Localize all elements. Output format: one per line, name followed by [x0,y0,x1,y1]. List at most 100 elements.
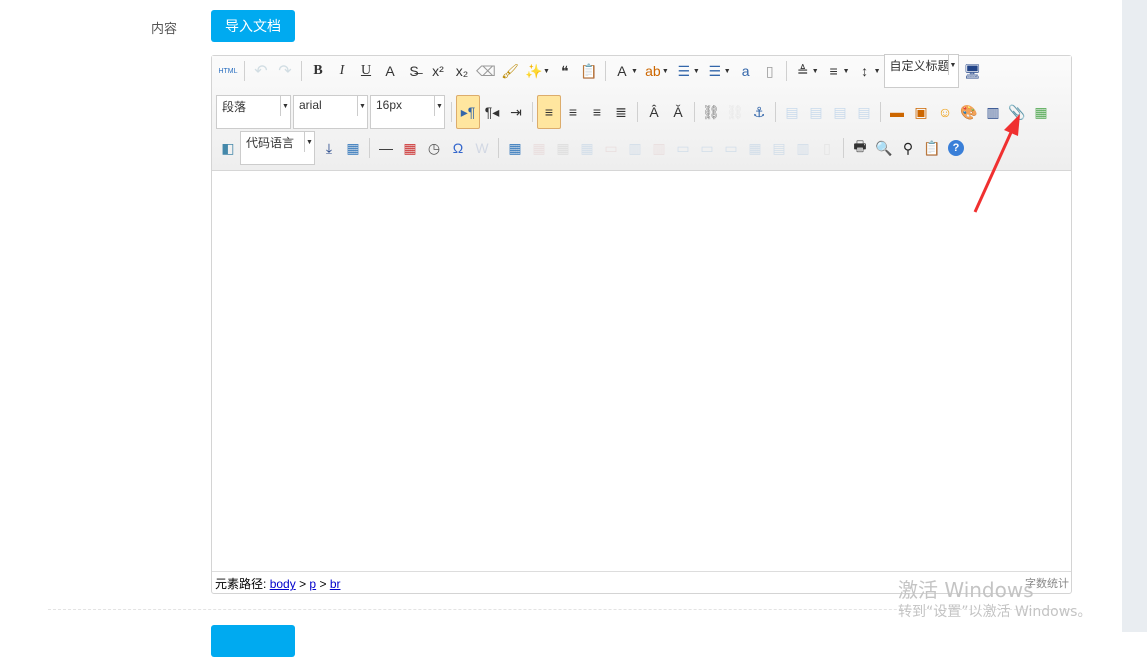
insert-frame-icon[interactable]: ◧ [216,136,240,160]
fontfamily-select[interactable]: arial ▼ [293,95,368,129]
editor-toolbar: HTML ↶ ↷ B I U A S̶ x² x₂ ⌫ 🖌 ✨ ▼ ❝ 📋 A ▼ ab ▼ ☰ ▼ ☰ ▼ a ▯ ≜ ▼ ≡ ▼ ↕ ▼ 自… [212,54,1071,171]
bold-icon[interactable]: B [306,59,330,83]
font-border-icon[interactable]: A [378,59,402,83]
chart-icon[interactable]: ▯ [815,136,839,160]
paragraph-select[interactable]: 段落 ▼ [216,95,291,129]
image-none-icon[interactable]: ▤ [780,100,804,124]
simple-upload-icon[interactable]: ▬ [885,100,909,124]
undo-icon[interactable]: ↶ [249,59,273,83]
image-left-icon[interactable]: ▤ [804,100,828,124]
path-br-link[interactable]: br [330,577,341,591]
align-center-icon[interactable]: ≡ [561,100,585,124]
import-document-button[interactable]: 导入文档 [211,10,295,42]
code-select-value: 代码语言 [246,136,295,150]
insert-table-icon[interactable]: ▦ [503,136,527,160]
indent-icon[interactable]: ⇥ [504,100,528,124]
toolbar-separator [498,138,499,158]
link-icon[interactable]: ⛓ [699,100,723,124]
time-icon[interactable]: ◷ [422,136,446,160]
image-right-icon[interactable]: ▤ [828,100,852,124]
map-icon[interactable]: ▦ [1029,100,1053,124]
chevron-down-icon[interactable]: ▼ [843,68,850,75]
attachment-icon[interactable]: 📎 [1005,100,1029,124]
page-scrollbar[interactable] [1122,0,1147,632]
merge-cells-icon[interactable]: ▭ [671,136,695,160]
blockquote-icon[interactable]: ❝ [553,59,577,83]
split-to-cols-icon[interactable]: ▥ [791,136,815,160]
template-icon[interactable]: ▦ [341,136,365,160]
split-to-rows-icon[interactable]: ▤ [767,136,791,160]
delete-table-icon[interactable]: ▦ [527,136,551,160]
fontsize-select-value: 16px [376,98,403,112]
tolowercase-icon[interactable]: Ǎ [666,100,690,124]
print-icon[interactable]: 🖶 [848,136,872,160]
special-chars-icon[interactable]: Ω [446,136,470,160]
custom-select[interactable]: 自定义标题 ▼ [883,54,959,88]
toolbar-separator [532,102,533,122]
chevron-down-icon[interactable]: ▼ [874,68,881,75]
rtl-direction-icon[interactable]: ¶◂ [480,100,504,124]
draft-icon[interactable]: 📋 [920,136,944,160]
page-break-icon[interactable]: ⤓ [317,136,341,160]
chevron-down-icon[interactable]: ▼ [724,68,731,75]
path-separator: > [299,577,307,591]
insert-video-icon[interactable]: ▥ [981,100,1005,124]
chevron-down-icon[interactable]: ▼ [662,68,669,75]
chevron-down-icon[interactable]: ▼ [693,68,700,75]
merge-right-icon[interactable]: ▭ [695,136,719,160]
toolbar-row-1: HTML ↶ ↷ B I U A S̶ x² x₂ ⌫ 🖌 ✨ ▼ ❝ 📋 A ▼ ab ▼ ☰ ▼ ☰ ▼ a ▯ ≜ ▼ ≡ ▼ ↕ ▼ 自… [216,54,985,88]
word-image-icon[interactable]: W [470,136,494,160]
insert-image-icon[interactable]: ▣ [909,100,933,124]
unlink-icon[interactable]: ⛓ [723,100,747,124]
chevron-down-icon[interactable]: ▼ [631,68,638,75]
toolbar-separator [775,102,776,122]
select-all-icon[interactable]: a [734,59,758,83]
chevron-down-icon[interactable]: ▼ [812,68,819,75]
fontsize-select[interactable]: 16px ▼ [370,95,445,129]
html-source-icon[interactable]: HTML [216,59,240,83]
redo-icon[interactable]: ↷ [273,59,297,83]
toolbar-separator [451,102,452,122]
align-left-icon[interactable]: ≡ [537,95,561,129]
delete-row-icon[interactable]: ▭ [599,136,623,160]
image-center-icon[interactable]: ▤ [852,100,876,124]
date-icon[interactable]: ▦ [398,136,422,160]
align-right-icon[interactable]: ≡ [585,100,609,124]
search-replace-icon[interactable]: ⚲ [896,136,920,160]
touppercase-icon[interactable]: Â [642,100,666,124]
underline-icon[interactable]: U [354,59,378,83]
preview-icon[interactable]: 🔍 [872,136,896,160]
superscript-icon[interactable]: x² [426,59,450,83]
strikethrough-icon[interactable]: S̶ [402,59,426,83]
anchor-icon[interactable]: ⚓ [747,100,771,124]
merge-down-icon[interactable]: ▭ [719,136,743,160]
code-select[interactable]: 代码语言 ▼ [240,131,315,165]
path-p-link[interactable]: p [309,577,316,591]
clear-doc-icon[interactable]: ▯ [758,59,782,83]
subscript-icon[interactable]: x₂ [450,59,474,83]
format-brush-icon[interactable]: 🖌 [498,59,522,83]
editor-content-area[interactable] [212,171,1071,571]
toolbar-separator [244,61,245,81]
path-separator: > [319,577,327,591]
horizontal-rule-icon[interactable]: — [374,136,398,160]
insert-caption-icon[interactable]: ▦ [551,136,575,160]
chevron-down-icon: ▼ [947,55,958,75]
ltr-direction-icon[interactable]: ▸¶ [456,95,480,129]
italic-icon[interactable]: I [330,59,354,83]
insert-row-icon[interactable]: ▦ [575,136,599,160]
split-to-cells-icon[interactable]: ▦ [743,136,767,160]
toolbar-separator [694,102,695,122]
insert-col-icon[interactable]: ▥ [623,136,647,160]
path-body-link[interactable]: body [270,577,296,591]
help-icon[interactable]: ? [948,140,964,156]
paste-plain-icon[interactable]: 📋 [577,59,601,83]
scrawl-icon[interactable]: 🎨 [957,100,981,124]
fullscreen-icon[interactable]: 🖥 [961,59,985,83]
delete-col-icon[interactable]: ▥ [647,136,671,160]
submit-button[interactable] [211,625,295,657]
eraser-icon[interactable]: ⌫ [474,59,498,83]
align-justify-icon[interactable]: ≣ [609,100,633,124]
chevron-down-icon[interactable]: ▼ [543,68,550,75]
emoticon-icon[interactable]: ☺ [933,100,957,124]
